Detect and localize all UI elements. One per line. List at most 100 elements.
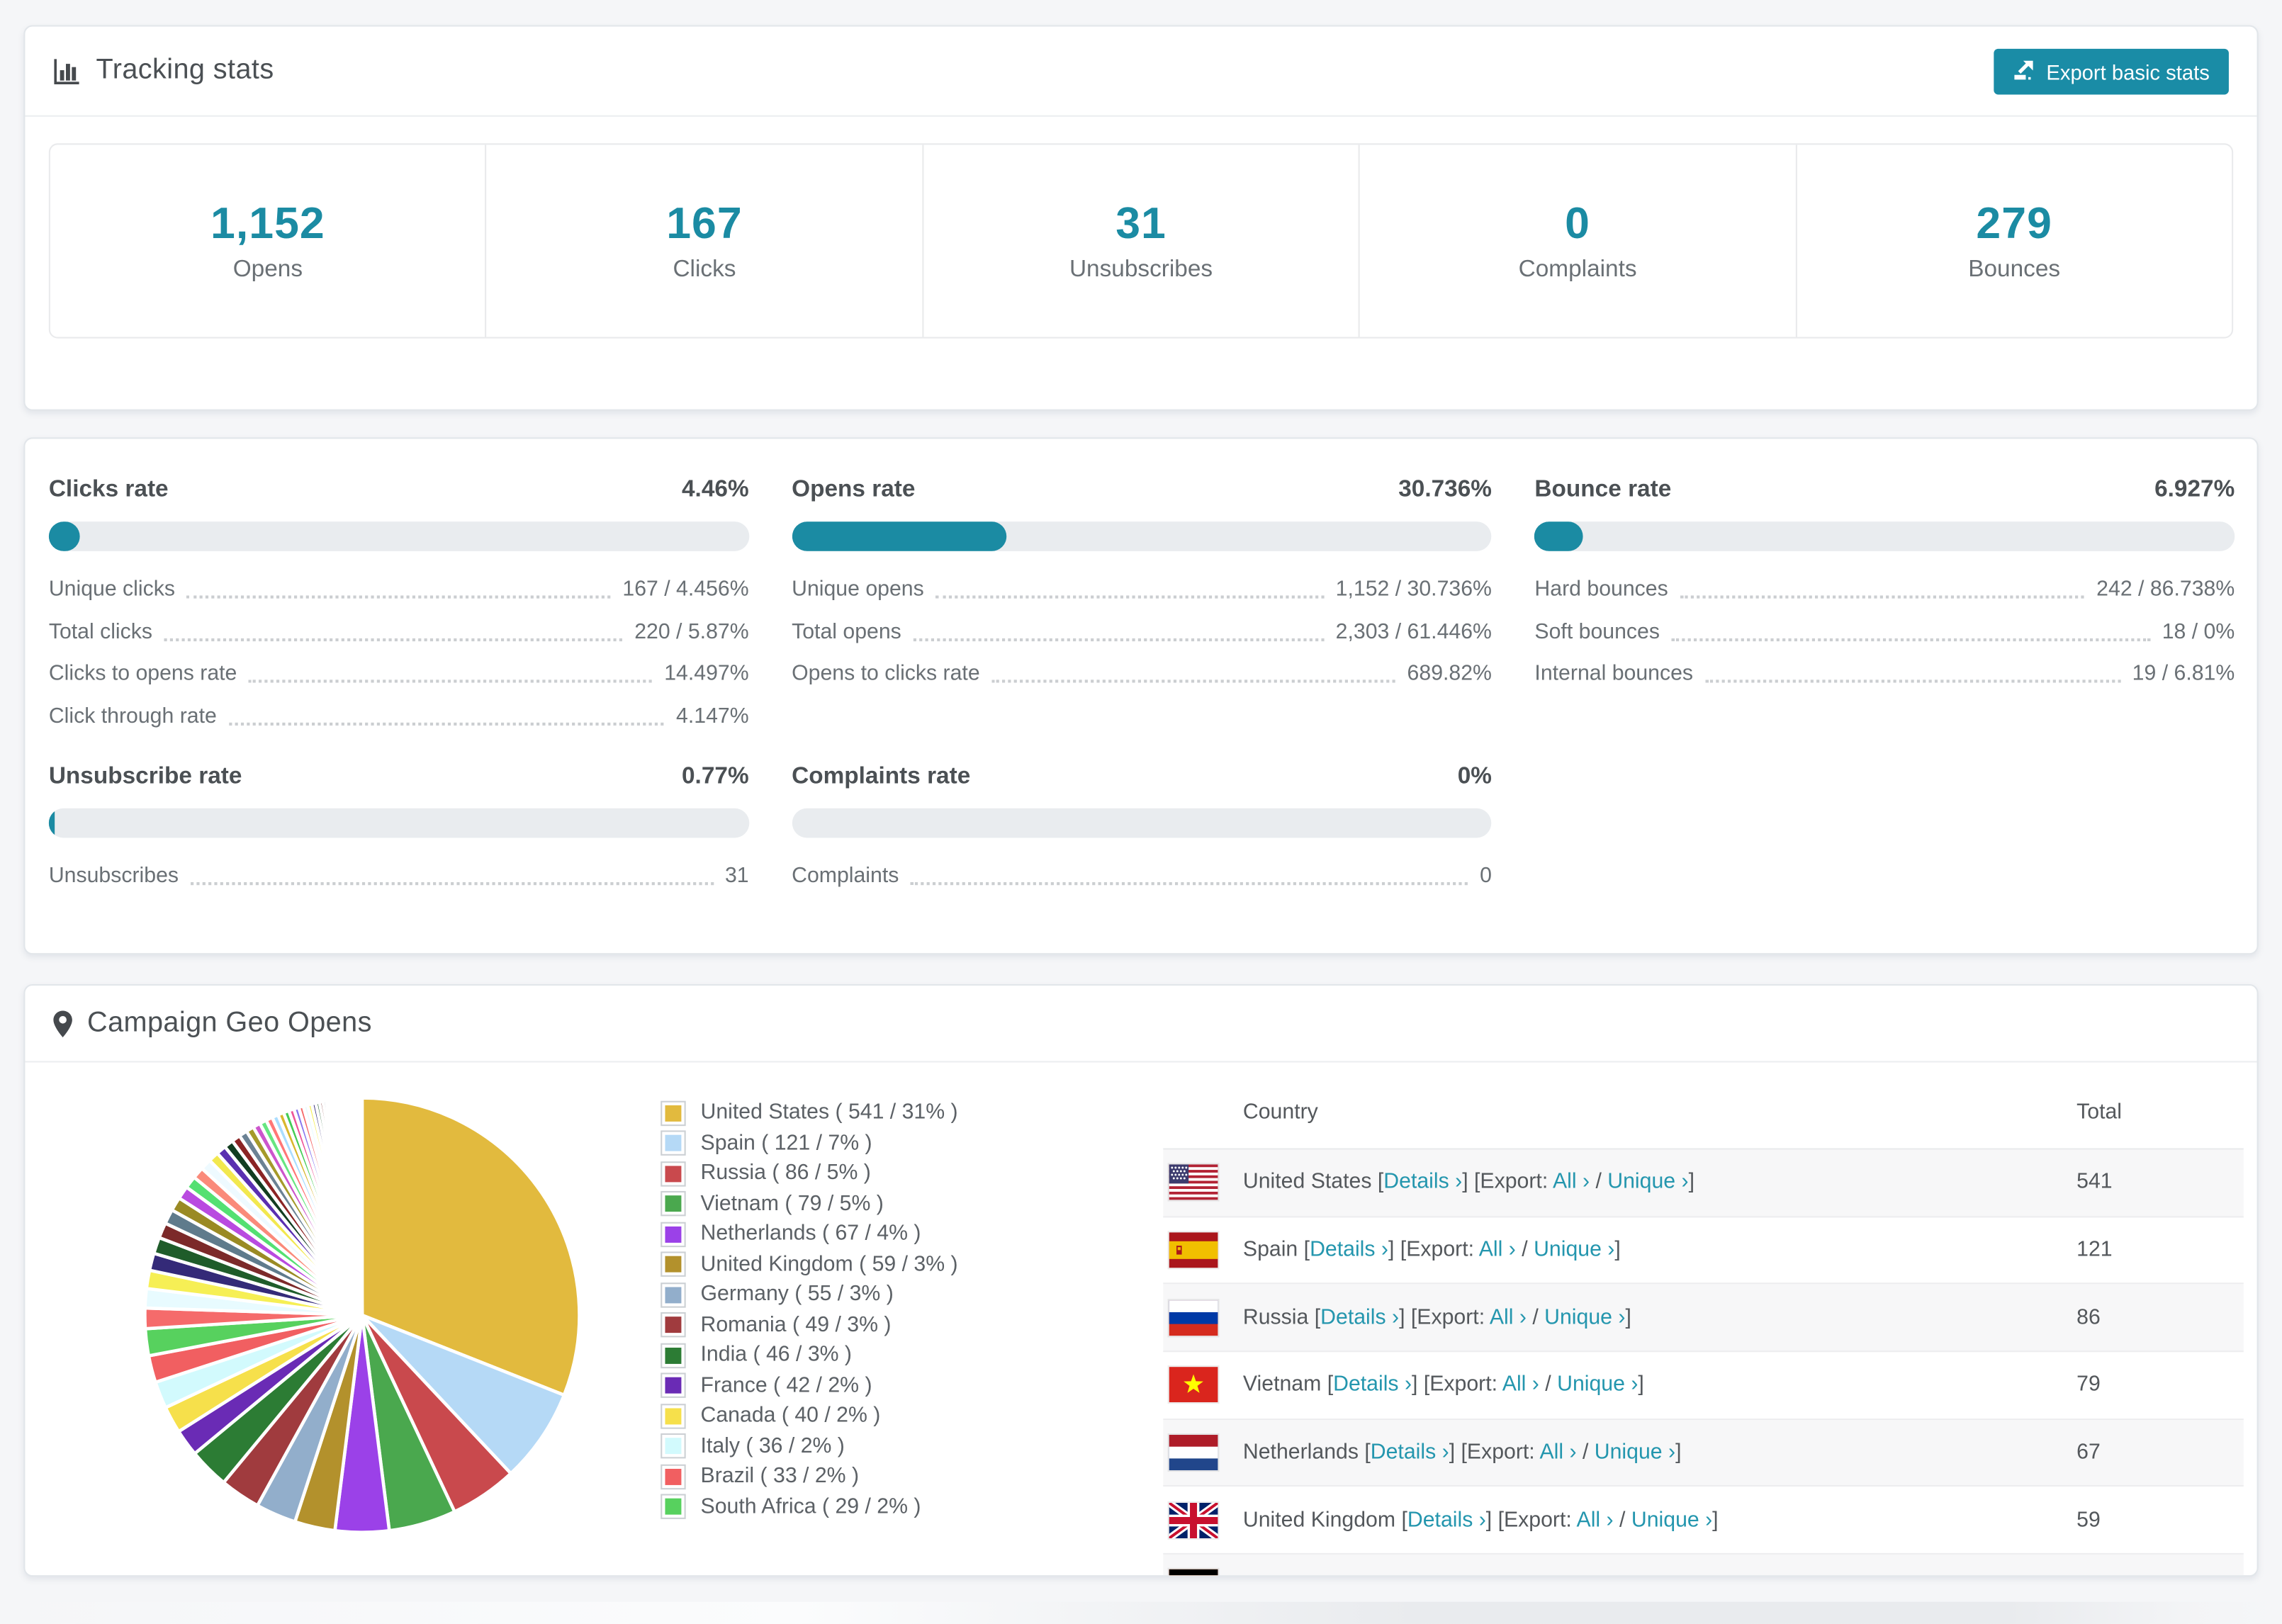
progress-bar: [792, 808, 1492, 838]
dotted-leader: [249, 680, 653, 684]
legend-item-italy: Italy ( 36 / 2% ): [661, 1431, 957, 1462]
export-all-link[interactable]: All ›: [1502, 1373, 1539, 1397]
legend-label: Vietnam ( 79 / 5% ): [700, 1192, 884, 1216]
details-link[interactable]: Details ›: [1383, 1171, 1462, 1194]
details-link[interactable]: Details ›: [1320, 1306, 1399, 1329]
legend-item-united-states: United States ( 541 / 31% ): [661, 1098, 958, 1129]
rate-row-label: Internal bounces: [1534, 662, 1694, 687]
country-name: United Kingdom: [1242, 1508, 1396, 1533]
rate-block-clicks-rate: Clicks rate 4.46% Unique clicks 167 / 4.…: [48, 477, 749, 738]
country-total: 79: [2076, 1373, 2101, 1397]
export-unique-link[interactable]: Unique ›: [1567, 1576, 1648, 1577]
export-basic-stats-button[interactable]: Export basic stats: [1993, 48, 2229, 95]
table-row-vietnam: Vietnam [Details ›] [Export: All › / Uni…: [1163, 1352, 2244, 1420]
rate-title: Clicks rate: [48, 477, 169, 503]
rate-value: 4.46%: [682, 477, 749, 503]
export-all-link[interactable]: All ›: [1490, 1306, 1527, 1329]
stat-value: 31: [1115, 198, 1167, 248]
dotted-leader: [1671, 638, 2151, 641]
rate-row-value: 0: [1480, 864, 1492, 889]
legend-item-vietnam: Vietnam ( 79 / 5% ): [661, 1189, 957, 1219]
rate-row-value: 689.82%: [1407, 662, 1492, 687]
rate-row: Soft bounces 18 / 0%: [1534, 611, 2235, 653]
rate-row-label: Total opens: [792, 620, 901, 644]
legend-item-brazil: Brazil ( 33 / 2% ): [661, 1462, 957, 1492]
tracking-stats-card: Tracking stats Export basic stats 1,152 …: [23, 25, 2259, 411]
export-icon: [2012, 58, 2034, 85]
rate-row-value: 242 / 86.738%: [2096, 577, 2235, 602]
legend-item-germany: Germany ( 55 / 3% ): [661, 1280, 957, 1310]
export-unique-link[interactable]: Unique ›: [1544, 1306, 1625, 1329]
dotted-leader: [911, 882, 1468, 886]
page-title: Tracking stats: [96, 55, 274, 86]
geo-header: Campaign Geo Opens: [25, 986, 2257, 1063]
stat-bounces: 279 Bounces: [1797, 145, 2232, 337]
export-all-link[interactable]: All ›: [1577, 1509, 1614, 1532]
export-all-link[interactable]: All ›: [1553, 1171, 1590, 1194]
legend-swatch: [661, 1130, 686, 1156]
dotted-leader: [164, 638, 623, 641]
rate-row: Total opens 2,303 / 61.446%: [792, 611, 1492, 653]
table-row-netherlands: Netherlands [Details ›] [Export: All › /…: [1163, 1419, 2244, 1487]
legend-label: United Kingdom ( 59 / 3% ): [700, 1252, 958, 1277]
export-all-link[interactable]: All ›: [1539, 1441, 1576, 1465]
legend-swatch: [661, 1191, 686, 1217]
tracking-stats-header: Tracking stats Export basic stats: [25, 27, 2257, 117]
legend-label: Brazil ( 33 / 2% ): [700, 1465, 860, 1489]
rates-card: Clicks rate 4.46% Unique clicks 167 / 4.…: [23, 437, 2259, 955]
pie-legend: United States ( 541 / 31% ) Spain ( 121 …: [661, 1098, 958, 1523]
rate-block-bounce-rate: Bounce rate 6.927% Hard bounces 242 / 86…: [1534, 478, 2235, 738]
details-link[interactable]: Details ›: [1310, 1239, 1388, 1262]
flag-united-kingdom-icon: [1169, 1502, 1218, 1538]
export-unique-link[interactable]: Unique ›: [1557, 1373, 1638, 1397]
stat-label: Opens: [232, 256, 303, 282]
legend-item-russia: Russia ( 86 / 5% ): [661, 1158, 957, 1189]
rate-title: Opens rate: [792, 477, 916, 503]
export-unique-link[interactable]: Unique ›: [1534, 1239, 1614, 1262]
rate-row: Clicks to opens rate 14.497%: [49, 653, 749, 695]
export-all-link[interactable]: All ›: [1479, 1239, 1516, 1262]
rate-title: Unsubscribe rate: [48, 764, 242, 789]
stat-complaints: 0 Complaints: [1360, 145, 1797, 337]
flag-united-states-icon: [1169, 1165, 1218, 1201]
rate-title: Bounce rate: [1534, 477, 1672, 503]
rate-row: Internal bounces 19 / 6.81%: [1534, 653, 2235, 695]
export-unique-link[interactable]: Unique ›: [1607, 1171, 1688, 1194]
dotted-leader: [1704, 680, 2120, 684]
campaign-geo-opens-card: Campaign Geo Opens United States ( 541 /…: [23, 983, 2259, 1577]
dotted-leader: [186, 595, 611, 599]
progress-bar: [48, 808, 749, 838]
rates-grid: Clicks rate 4.46% Unique clicks 167 / 4.…: [25, 439, 2256, 898]
rate-row-value: 167 / 4.456%: [622, 577, 749, 602]
rate-block-opens-rate: Opens rate 30.736% Unique opens 1,152 / …: [792, 478, 1492, 738]
rate-row: Unique opens 1,152 / 30.736%: [792, 569, 1492, 611]
details-link[interactable]: Details ›: [1371, 1441, 1449, 1465]
progress-bar: [48, 521, 749, 551]
flag-spain-icon: [1169, 1232, 1218, 1268]
export-all-link[interactable]: All ›: [1512, 1576, 1549, 1577]
legend-label: Italy ( 36 / 2% ): [700, 1434, 845, 1458]
rate-row-label: Total clicks: [48, 620, 153, 644]
export-unique-link[interactable]: Unique ›: [1631, 1509, 1712, 1532]
rate-row-value: 14.497%: [664, 662, 749, 687]
rate-row-label: Hard bounces: [1534, 577, 1668, 602]
stat-label: Complaints: [1518, 256, 1637, 282]
dotted-leader: [991, 680, 1395, 684]
details-link[interactable]: Details ›: [1407, 1509, 1486, 1532]
legend-swatch: [661, 1433, 686, 1459]
details-link[interactable]: Details ›: [1333, 1373, 1412, 1397]
rate-row-label: Complaints: [792, 864, 899, 889]
stat-label: Clicks: [673, 256, 736, 282]
stat-value: 1,152: [210, 198, 325, 248]
rate-row-value: 4.147%: [676, 704, 749, 728]
legend-label: Netherlands ( 67 / 4% ): [700, 1222, 921, 1246]
legend-label: Russia ( 86 / 5% ): [700, 1161, 871, 1186]
legend-label: Canada ( 40 / 2% ): [700, 1404, 881, 1428]
rate-row-label: Unique opens: [792, 577, 924, 602]
country-name: Netherlands: [1242, 1440, 1359, 1465]
rate-row-value: 220 / 5.87%: [634, 620, 749, 644]
table-row-russia: Russia [Details ›] [Export: All › / Uniq…: [1163, 1285, 2244, 1353]
export-unique-link[interactable]: Unique ›: [1595, 1441, 1675, 1465]
details-link[interactable]: Details ›: [1343, 1576, 1422, 1577]
geo-pie-chart[interactable]: [139, 1092, 585, 1538]
